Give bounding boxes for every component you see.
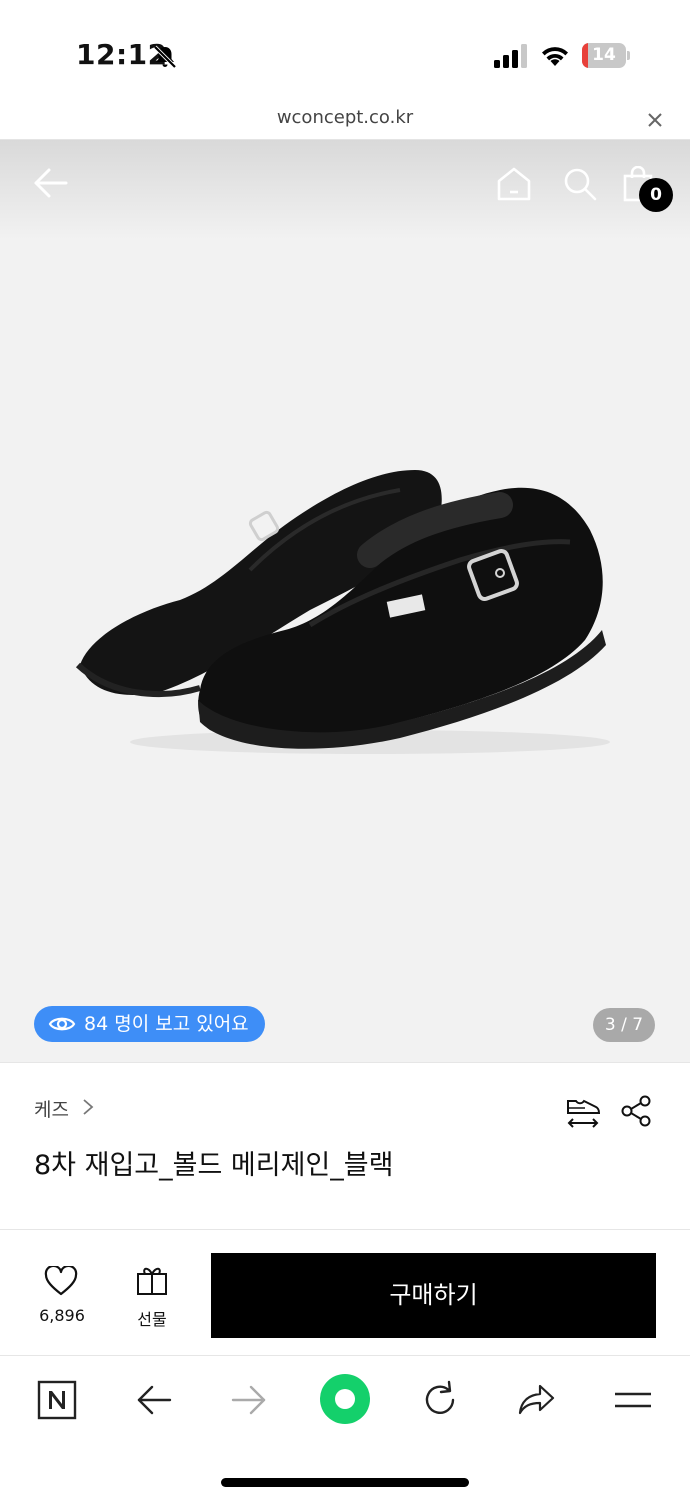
home-indicator [221, 1478, 469, 1487]
menu-icon[interactable] [613, 1380, 653, 1420]
forward-arrow-icon[interactable] [229, 1380, 269, 1420]
cart-count-badge[interactable]: 0 [639, 178, 673, 212]
purchase-bar: 6,896 선물 구매하기 [0, 1230, 690, 1356]
search-icon[interactable] [562, 166, 598, 202]
battery-indicator: 14 [582, 43, 630, 68]
green-dot-center [335, 1389, 355, 1409]
url-text[interactable]: wconcept.co.kr [0, 107, 690, 128]
bell-muted-icon [153, 45, 177, 69]
brand-link[interactable]: 케즈 [34, 1095, 69, 1122]
reload-icon[interactable] [420, 1380, 460, 1420]
wifi-icon [542, 47, 568, 66]
product-shoe-image [75, 470, 610, 754]
browser-toolbar [0, 1356, 690, 1500]
wishlist-count: 6,896 [39, 1306, 85, 1325]
green-dot-icon[interactable] [320, 1374, 370, 1424]
battery-body: 14 [582, 43, 626, 68]
chevron-right-icon[interactable] [82, 1098, 94, 1116]
gift-button[interactable]: 선물 [126, 1266, 178, 1332]
heart-icon[interactable] [44, 1266, 78, 1296]
url-bar[interactable]: wconcept.co.kr [0, 100, 690, 140]
product-title: 8차 재입고_볼드 메리제인_블랙 [34, 1150, 394, 1181]
home-icon[interactable] [496, 166, 532, 202]
eye-icon [48, 1017, 76, 1031]
product-info-section: 케즈 8차 재입고_볼드 메리제인_블랙 [0, 1062, 690, 1230]
shoe-size-icon[interactable] [565, 1095, 601, 1129]
back-arrow-icon[interactable] [134, 1380, 174, 1420]
viewers-text: 84 명이 보고 있어요 [84, 1013, 249, 1035]
share-icon[interactable] [620, 1095, 652, 1127]
product-image-gallery[interactable]: 0 84 명이 보고 있어요 3 / 7 [0, 140, 690, 1062]
battery-level: 14 [592, 45, 616, 65]
status-bar: 12:12 14 [0, 0, 690, 100]
gift-label: 선물 [137, 1310, 167, 1329]
arrow-left-icon[interactable] [32, 164, 70, 202]
viewers-count-badge: 84 명이 보고 있어요 [34, 1006, 265, 1042]
battery-cap [627, 51, 630, 60]
gift-icon[interactable] [136, 1264, 168, 1296]
share-arrow-icon[interactable] [517, 1380, 557, 1420]
cellular-signal-icon [494, 44, 527, 68]
naver-n-icon[interactable] [37, 1380, 77, 1420]
buy-button[interactable]: 구매하기 [211, 1253, 656, 1338]
close-icon[interactable] [644, 109, 666, 131]
image-page-indicator: 3 / 7 [593, 1008, 655, 1042]
wishlist-button[interactable]: 6,896 [34, 1266, 90, 1332]
